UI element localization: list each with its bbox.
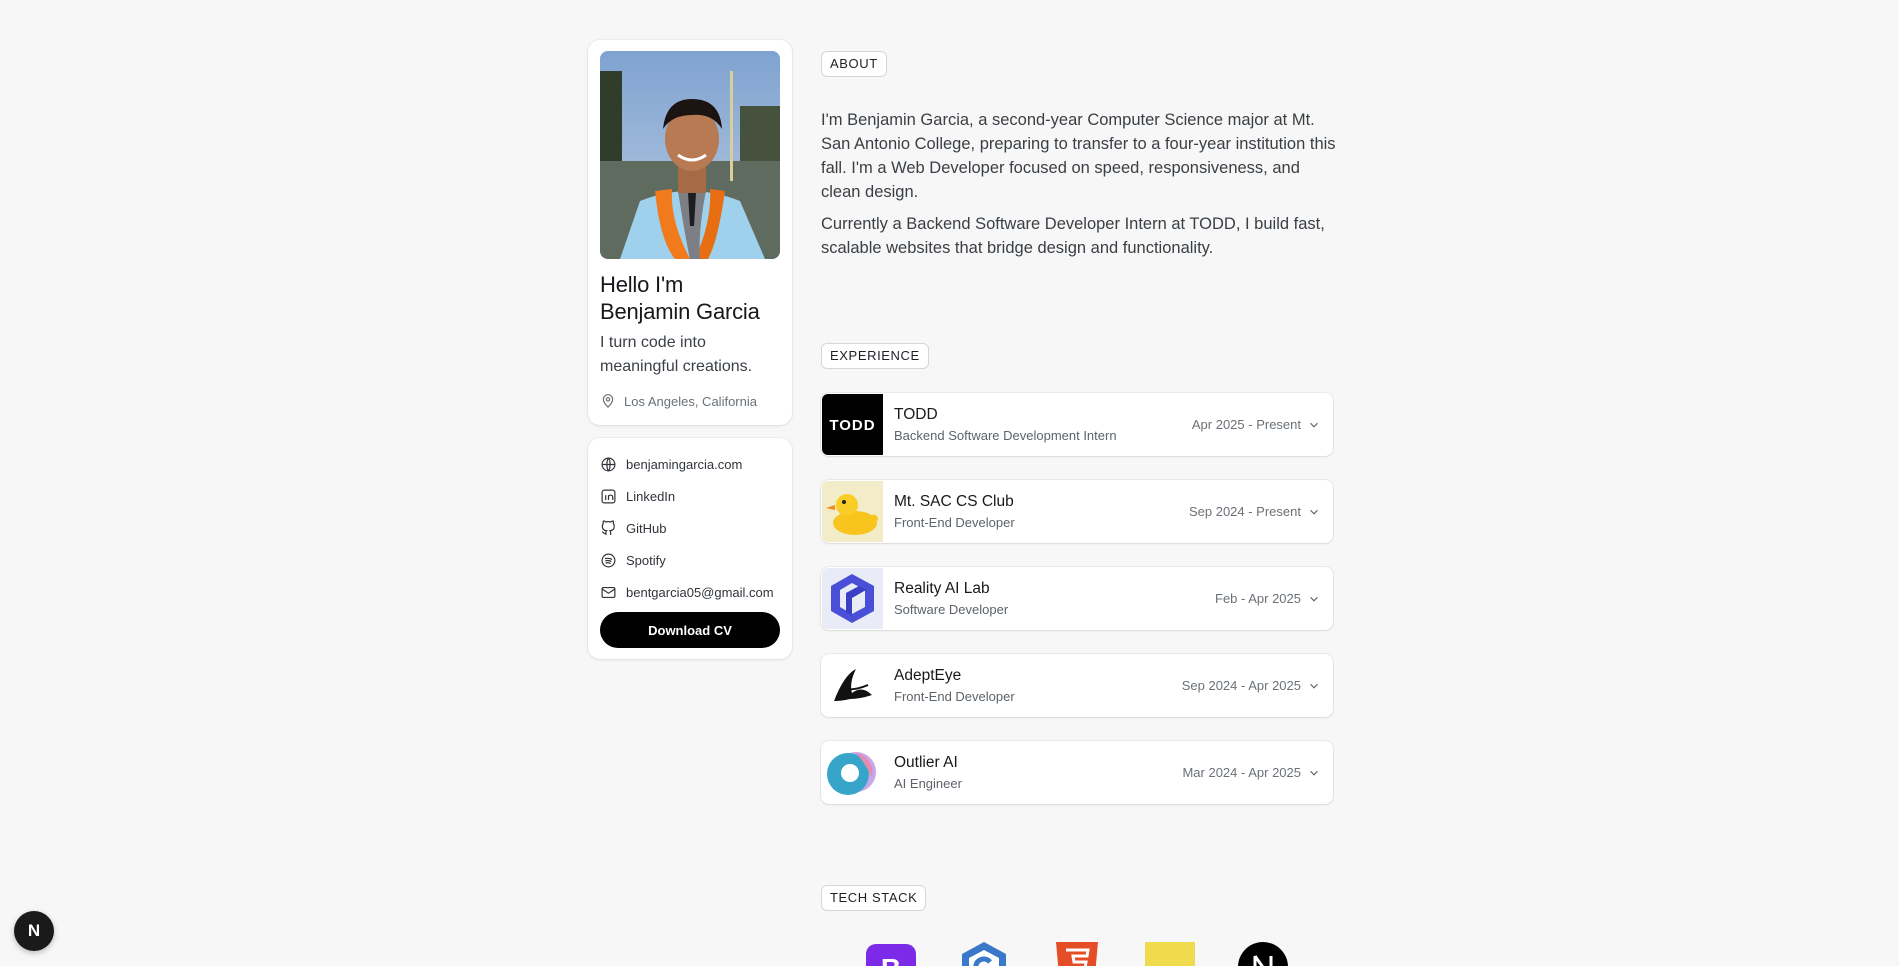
globe-icon [601,457,616,471]
todd-logo: TODD [822,394,883,455]
about-text: I'm Benjamin Garcia, a second-year Compu… [821,108,1336,260]
website-link-label: benjamingarcia.com [626,456,743,472]
hello-line: Hello I'm [600,272,684,297]
experience-item-adepteye[interactable]: AdeptEye Front-End Developer Sep 2024 - … [821,654,1333,717]
profile-heading: Hello I'm Benjamin Garcia [600,271,780,325]
about-paragraph-2: Currently a Backend Software Developer I… [821,215,1325,257]
profile-photo [600,51,780,259]
chevron-down-icon[interactable] [1307,766,1321,780]
mail-icon [601,586,616,598]
email-link[interactable]: bentgarcia05@gmail.com [600,576,780,608]
experience-dates: Feb - Apr 2025 [1215,591,1301,606]
spotify-icon [601,553,616,567]
email-link-label: bentgarcia05@gmail.com [626,584,774,600]
experience-dates: Mar 2024 - Apr 2025 [1182,765,1301,780]
experience-role: Backend Software Development Intern [894,427,1117,443]
experience-company: TODD [894,405,938,423]
experience-text: Outlier AI AI Engineer [894,753,1182,793]
csharp-icon [959,942,1009,966]
download-cv-button[interactable]: Download CV [600,612,780,648]
experience-company: Reality AI Lab [894,579,990,597]
experience-list: TODD TODD Backend Software Development I… [821,393,1333,828]
nextjs-icon [1238,942,1288,966]
experience-text: TODD Backend Software Development Intern [894,405,1192,445]
rubber-duck-logo [822,481,883,542]
map-pin-icon [602,394,614,408]
chevron-down-icon[interactable] [1307,505,1321,519]
svg-text:B: B [881,953,901,966]
profile-name: Benjamin Garcia [600,299,760,324]
profile-card: Hello I'm Benjamin Garcia I turn code in… [588,40,792,425]
experience-item-todd[interactable]: TODD TODD Backend Software Development I… [821,393,1333,456]
nextjs-dev-badge[interactable]: N [14,911,54,951]
experience-company: AdeptEye [894,666,962,684]
todd-logo-text: TODD [829,417,875,434]
github-link-label: GitHub [626,520,667,536]
experience-text: Mt. SAC CS Club Front-End Developer [894,492,1189,532]
html5-icon [1052,942,1102,966]
experience-item-mtsac[interactable]: Mt. SAC CS Club Front-End Developer Sep … [821,480,1333,543]
about-section-tag: ABOUT [821,51,887,77]
outlier-ai-logo [822,742,883,803]
adepteye-logo [822,655,883,716]
experience-dates: Sep 2024 - Present [1188,504,1301,519]
experience-company: Mt. SAC CS Club [894,492,1014,510]
github-link[interactable]: GitHub [600,512,780,544]
links-card: benjamingarcia.com LinkedIn GitHub Spoti… [588,438,792,659]
tech-stack-icons: B [866,942,1331,966]
spotify-link-label: Spotify [626,552,666,568]
chevron-down-icon[interactable] [1307,592,1321,606]
spotify-link[interactable]: Spotify [600,544,780,576]
chevron-down-icon[interactable] [1307,418,1321,432]
github-icon [601,519,615,535]
tech-stack-section-tag: TECH STACK [821,885,927,911]
experience-role: Software Developer [894,601,1009,617]
experience-item-outlier-ai[interactable]: Outlier AI AI Engineer Mar 2024 - Apr 20… [821,741,1333,804]
linkedin-icon [601,489,616,503]
experience-role: Front-End Developer [894,514,1015,530]
profile-tagline: I turn code into meaningful creations. [600,334,753,375]
profile-location: Los Angeles, California [600,393,780,409]
website-link[interactable]: benjamingarcia.com [600,448,780,480]
experience-dates: Sep 2024 - Apr 2025 [1181,678,1301,693]
experience-item-reality-ai-lab[interactable]: Reality AI Lab Software Developer Feb - … [821,567,1333,630]
linkedin-link-label: LinkedIn [626,488,676,504]
about-paragraph-1: I'm Benjamin Garcia, a second-year Compu… [821,111,1336,201]
dev-badge-letter: N [27,921,41,940]
linkedin-link[interactable]: LinkedIn [600,480,780,512]
portfolio-page: Hello I'm Benjamin Garcia I turn code in… [0,0,1899,966]
experience-role: Front-End Developer [894,688,1015,704]
javascript-icon [1145,942,1195,966]
experience-company: Outlier AI [894,753,958,771]
location-text: Los Angeles, California [624,393,757,409]
chevron-down-icon[interactable] [1307,679,1321,693]
experience-text: Reality AI Lab Software Developer [894,579,1215,619]
reality-ai-lab-logo [822,568,883,629]
experience-dates: Apr 2025 - Present [1191,417,1301,432]
experience-section-tag: EXPERIENCE [821,343,929,369]
experience-role: AI Engineer [894,775,962,791]
bootstrap-icon: B [866,942,916,966]
experience-text: AdeptEye Front-End Developer [894,666,1182,706]
